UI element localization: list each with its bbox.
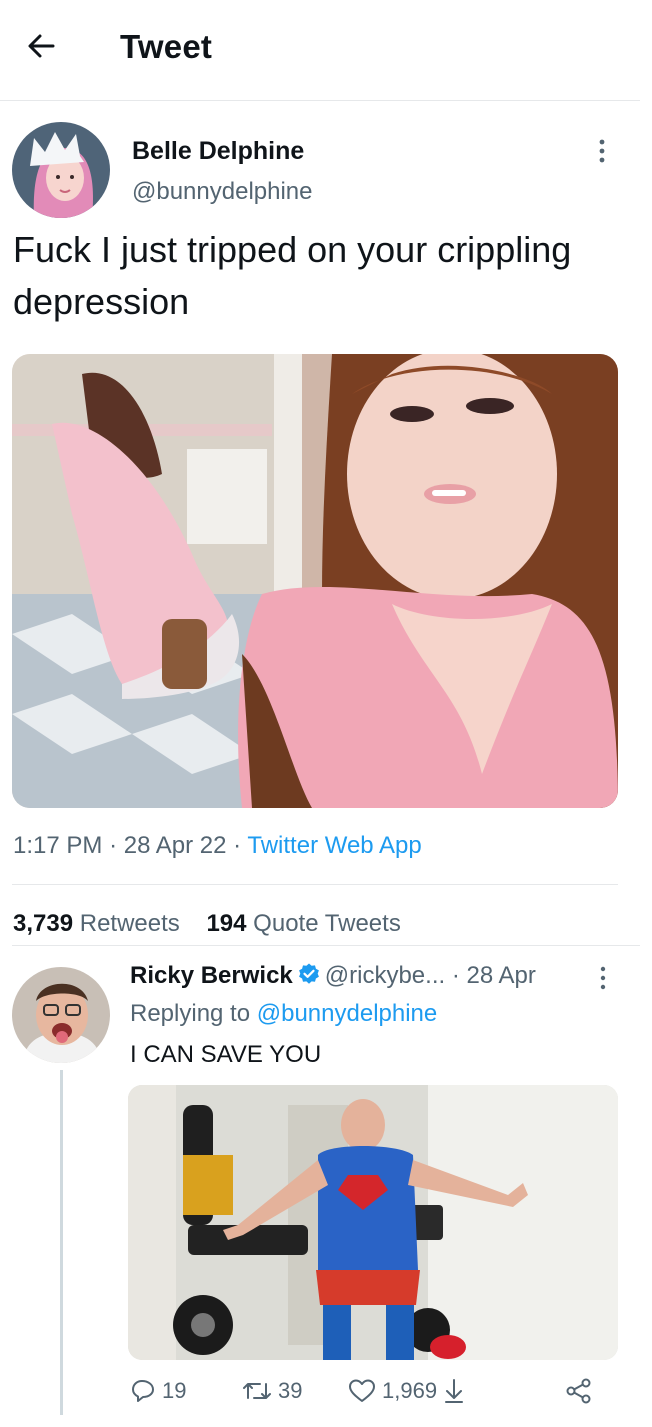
arrow-left-icon[interactable] [26,31,56,61]
retweets-count: 3,739 [13,910,74,937]
retweets-stat[interactable]: 3,739 Retweets [13,910,180,937]
more-options-icon[interactable] [588,136,616,166]
share-action[interactable] [564,1378,594,1404]
reply-author-avatar[interactable] [12,967,110,1063]
reply-date: 28 Apr [466,962,536,989]
divider [12,945,640,946]
retweet-count: 39 [278,1378,303,1403]
meta-separator: · [109,832,118,859]
tweet-meta: 1:17 PM · 28 Apr 22 · Twitter Web App [13,832,422,860]
thread-line [60,1070,63,1415]
quote-tweets-label: Quote Tweets [253,910,401,937]
like-action[interactable]: 1,969 [348,1378,465,1404]
author-handle[interactable]: @bunnydelphine [132,178,313,206]
reply-icon [132,1380,154,1402]
divider [12,884,618,885]
retweet-action[interactable]: 39 [242,1378,302,1404]
tweet-time: 1:17 PM [13,832,103,859]
tip-icon [445,1379,464,1403]
tweet-date: 28 Apr 22 [123,832,227,859]
tweet-source-link[interactable]: Twitter Web App [247,832,421,859]
retweet-icon [243,1383,271,1399]
reply-actions-bar: 19 39 1,969 [130,1378,610,1412]
verified-badge-icon [298,963,319,984]
reply-more-options-icon[interactable] [592,964,614,992]
quote-tweets-count: 194 [206,910,247,937]
reply-text: I CAN SAVE YOU [130,1041,322,1068]
reply-author-name[interactable]: Ricky Berwick [130,962,293,989]
reply-video[interactable] [128,1085,618,1360]
replying-mention-link[interactable]: @bunnydelphine [257,1000,438,1027]
retweets-label: Retweets [79,910,180,937]
reply-separator: · [451,962,460,989]
tweet-text: Fuck I just tripped on your crippling de… [13,229,572,322]
like-count: 1,969 [382,1378,438,1403]
quote-tweets-stat[interactable]: 194 Quote Tweets [206,910,400,937]
tweet-stats: 3,739 Retweets 194 Quote Tweets [13,910,401,938]
replying-to: Replying to @bunnydelphine [130,1000,437,1028]
author-avatar[interactable] [12,122,110,218]
replying-prefix: Replying to [130,1000,251,1027]
reply-header: Ricky Berwick @rickybe... · 28 Apr [130,962,536,990]
reply-author-handle[interactable]: @rickybe... [325,962,445,989]
meta-separator: · [233,832,242,859]
reply-action[interactable]: 19 [130,1378,186,1404]
heart-icon [349,1379,375,1402]
page-title: Tweet [120,28,213,65]
share-icon [566,1378,591,1404]
top-bar: Tweet [0,0,640,101]
author-name[interactable]: Belle Delphine [132,137,304,166]
tweet-photo[interactable] [12,354,618,808]
reply-count: 19 [162,1378,187,1403]
